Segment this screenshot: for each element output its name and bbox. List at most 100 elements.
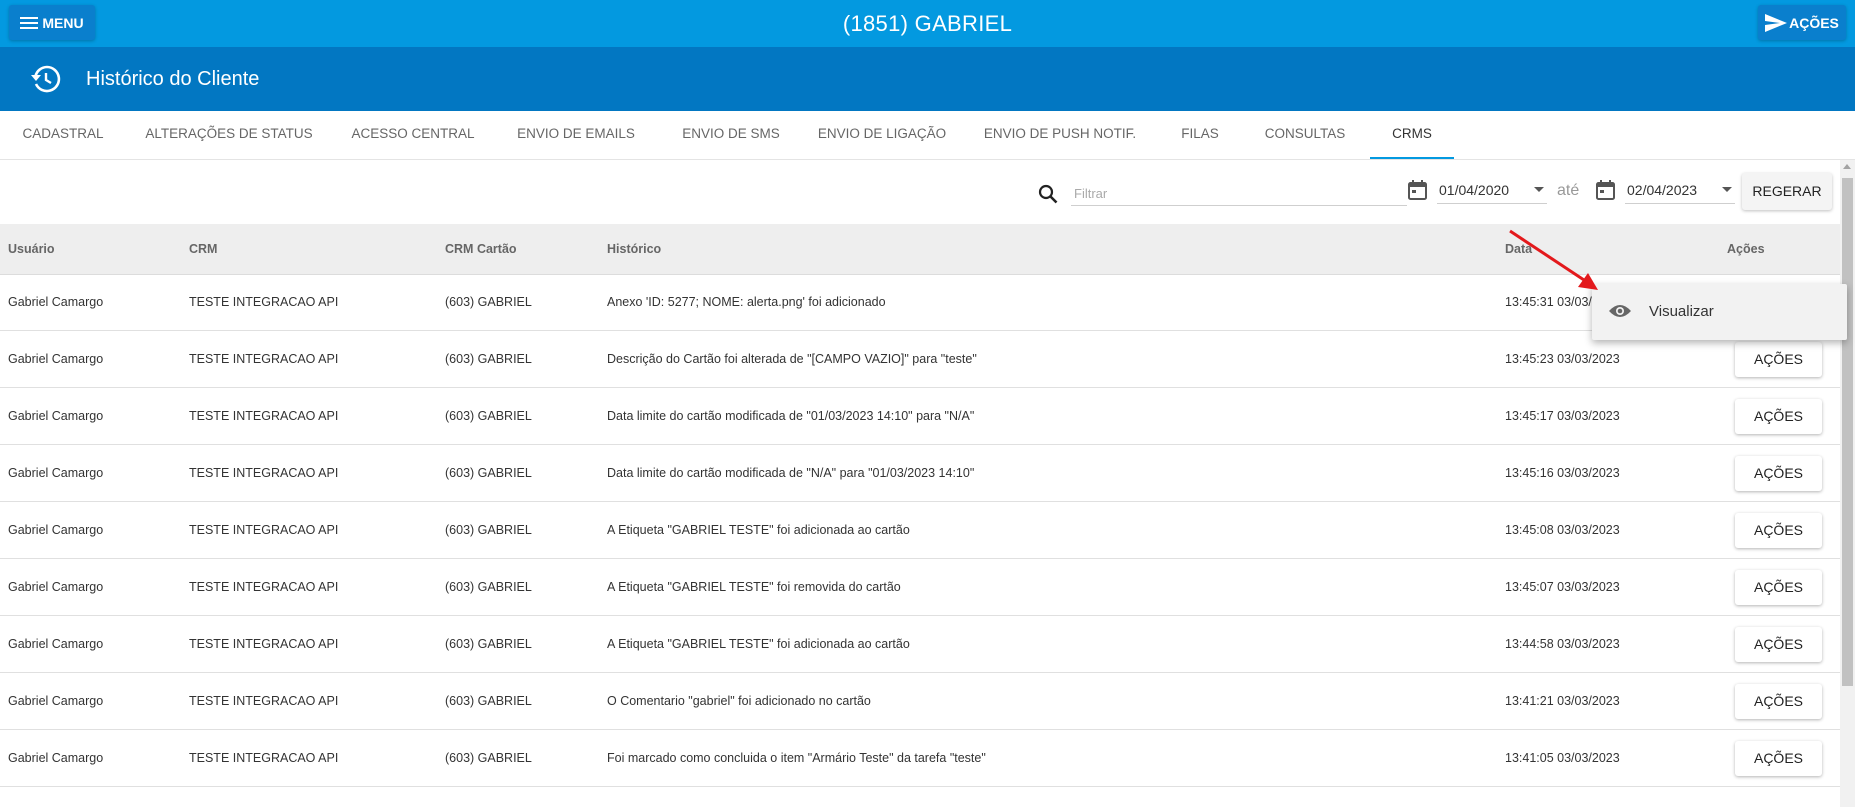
tab-envio-de-push[interactable]: ENVIO DE PUSH NOTIF. xyxy=(960,111,1160,159)
crm-history-table: Usuário CRM CRM Cartão Histórico Data Aç… xyxy=(0,224,1840,807)
row-actions-button[interactable]: AÇÕES xyxy=(1735,741,1822,776)
table-row: Gabriel Camargo TESTE INTEGRACAO API (603)… xyxy=(0,274,1840,331)
row-actions-button[interactable]: AÇÕES xyxy=(1735,570,1822,605)
cell-data: 13:45:16 03/03/2023 xyxy=(1505,466,1620,480)
table-row: Gabriel Camargo TESTE INTEGRACAO API (603)… xyxy=(0,730,1840,787)
date-to-field[interactable]: 02/04/2023 xyxy=(1625,176,1735,204)
cell-usuario: Gabriel Camargo xyxy=(8,751,104,765)
cell-data: 13:41:21 03/03/2023 xyxy=(1505,694,1620,708)
cell-crm-cartao: (603) GABRIEL xyxy=(445,352,532,366)
filter-bar: 01/04/2020 até 02/04/2023 REGERAR xyxy=(0,160,1840,224)
date-from-value: 01/04/2020 xyxy=(1439,182,1510,198)
cell-usuario: Gabriel Camargo xyxy=(8,523,104,537)
cell-historico: A Etiqueta "GABRIEL TESTE" foi removida … xyxy=(607,580,901,594)
table-row: Gabriel Camargo TESTE INTEGRACAO API (603)… xyxy=(0,445,1840,502)
calendar-icon[interactable] xyxy=(1596,180,1615,205)
date-to-value: 02/04/2023 xyxy=(1627,182,1698,198)
actions-dropdown-menu: Visualizar xyxy=(1592,284,1847,340)
cell-crm: TESTE INTEGRACAO API xyxy=(189,580,339,594)
tab-alteracoes-de-status[interactable]: ALTERAÇÕES DE STATUS xyxy=(126,111,332,159)
tab-acesso-central[interactable]: ACESSO CENTRAL xyxy=(332,111,494,159)
cell-crm-cartao: (603) GABRIEL xyxy=(445,751,532,765)
eye-icon xyxy=(1608,302,1632,325)
filter-input[interactable] xyxy=(1071,181,1407,206)
cell-crm: TESTE INTEGRACAO API xyxy=(189,751,339,765)
top-app-bar: MENU (1851) GABRIEL AÇÕES xyxy=(0,0,1855,47)
date-from-field[interactable]: 01/04/2020 xyxy=(1437,176,1547,204)
table-row: Gabriel Camargo TESTE INTEGRACAO API (603)… xyxy=(0,388,1840,445)
tab-crms[interactable]: CRMS xyxy=(1370,111,1454,159)
table-row: Gabriel Camargo TESTE INTEGRACAO API (603)… xyxy=(0,331,1840,388)
cell-crm: TESTE INTEGRACAO API xyxy=(189,466,339,480)
cell-data: 13:45:17 03/03/2023 xyxy=(1505,409,1620,423)
tab-filas[interactable]: FILAS xyxy=(1160,111,1240,159)
date-separator: até xyxy=(1557,182,1580,199)
send-icon xyxy=(1765,13,1788,32)
scroll-up-arrow-icon[interactable] xyxy=(1843,164,1851,169)
tab-envio-de-sms[interactable]: ENVIO DE SMS xyxy=(658,111,804,159)
actions-button-label: AÇÕES xyxy=(1789,14,1839,31)
cell-crm: TESTE INTEGRACAO API xyxy=(189,295,339,309)
table-row: Gabriel Camargo TESTE INTEGRACAO API (603)… xyxy=(0,559,1840,616)
tab-cadastral[interactable]: CADASTRAL xyxy=(0,111,126,159)
tab-envio-de-ligacao[interactable]: ENVIO DE LIGAÇÃO xyxy=(804,111,960,159)
row-actions-button[interactable]: AÇÕES xyxy=(1735,342,1822,377)
cell-usuario: Gabriel Camargo xyxy=(8,694,104,708)
cell-crm: TESTE INTEGRACAO API xyxy=(189,637,339,651)
cell-historico: A Etiqueta "GABRIEL TESTE" foi adicionad… xyxy=(607,523,910,537)
table-row: Gabriel Camargo TESTE INTEGRACAO API (603)… xyxy=(0,616,1840,673)
cell-historico: Descrição do Cartão foi alterada de "[CA… xyxy=(607,352,977,366)
view-menu-item[interactable]: Visualizar xyxy=(1649,284,1714,340)
scrollbar-thumb[interactable] xyxy=(1842,178,1853,686)
cell-data: 13:45:07 03/03/2023 xyxy=(1505,580,1620,594)
cell-historico: Data limite do cartão modificada de "N/A… xyxy=(607,466,975,480)
cell-usuario: Gabriel Camargo xyxy=(8,352,104,366)
cell-historico: Data limite do cartão modificada de "01/… xyxy=(607,409,975,423)
cell-data: 13:44:58 03/03/2023 xyxy=(1505,637,1620,651)
column-header-usuario: Usuário xyxy=(8,242,55,256)
cell-crm: TESTE INTEGRACAO API xyxy=(189,409,339,423)
page-title: (1851) GABRIEL xyxy=(842,11,1013,36)
table-row: Gabriel Camargo TESTE INTEGRACAO API (603)… xyxy=(0,673,1840,730)
tab-envio-de-emails[interactable]: ENVIO DE EMAILS xyxy=(494,111,658,159)
history-icon xyxy=(31,65,61,98)
cell-crm-cartao: (603) GABRIEL xyxy=(445,409,532,423)
calendar-icon[interactable] xyxy=(1408,180,1427,205)
cell-usuario: Gabriel Camargo xyxy=(8,637,104,651)
row-actions-button[interactable]: AÇÕES xyxy=(1735,399,1822,434)
chevron-down-icon xyxy=(1722,187,1732,192)
cell-usuario: Gabriel Camargo xyxy=(8,409,104,423)
section-title: Histórico do Cliente xyxy=(86,68,260,90)
cell-crm-cartao: (603) GABRIEL xyxy=(445,694,532,708)
row-actions-button[interactable]: AÇÕES xyxy=(1735,684,1822,719)
cell-crm-cartao: (603) GABRIEL xyxy=(445,523,532,537)
table-header: Usuário CRM CRM Cartão Histórico Data Aç… xyxy=(0,224,1840,275)
cell-crm: TESTE INTEGRACAO API xyxy=(189,694,339,708)
table-row: Gabriel Camargo TESTE INTEGRACAO API (603)… xyxy=(0,502,1840,559)
cell-usuario: Gabriel Camargo xyxy=(8,295,104,309)
row-actions-button[interactable]: AÇÕES xyxy=(1735,456,1822,491)
column-header-data: Data xyxy=(1505,242,1533,256)
column-header-crm-cartao: CRM Cartão xyxy=(445,242,517,256)
cell-crm: TESTE INTEGRACAO API xyxy=(189,352,339,366)
cell-historico: O Comentario "gabriel" foi adicionado no… xyxy=(607,694,871,708)
row-actions-button[interactable]: AÇÕES xyxy=(1735,513,1822,548)
row-actions-button[interactable]: AÇÕES xyxy=(1735,627,1822,662)
tab-consultas[interactable]: CONSULTAS xyxy=(1240,111,1370,159)
cell-crm-cartao: (603) GABRIEL xyxy=(445,580,532,594)
cell-data: 13:45:08 03/03/2023 xyxy=(1505,523,1620,537)
regenerate-button[interactable]: REGERAR xyxy=(1742,173,1832,210)
cell-crm-cartao: (603) GABRIEL xyxy=(445,295,532,309)
cell-usuario: Gabriel Camargo xyxy=(8,580,104,594)
column-header-historico: Histórico xyxy=(607,242,662,256)
cell-crm-cartao: (603) GABRIEL xyxy=(445,637,532,651)
search-icon xyxy=(1038,184,1058,209)
actions-button[interactable]: AÇÕES xyxy=(1758,5,1846,40)
cell-historico: Anexo 'ID: 5277; NOME: alerta.png' foi a… xyxy=(607,295,886,309)
cell-usuario: Gabriel Camargo xyxy=(8,466,104,480)
tab-bar: CADASTRAL ALTERAÇÕES DE STATUS ACESSO CE… xyxy=(0,111,1855,160)
cell-crm: TESTE INTEGRACAO API xyxy=(189,523,339,537)
section-header: Histórico do Cliente xyxy=(0,47,1855,111)
chevron-down-icon xyxy=(1534,187,1544,192)
cell-data: 13:41:05 03/03/2023 xyxy=(1505,751,1620,765)
